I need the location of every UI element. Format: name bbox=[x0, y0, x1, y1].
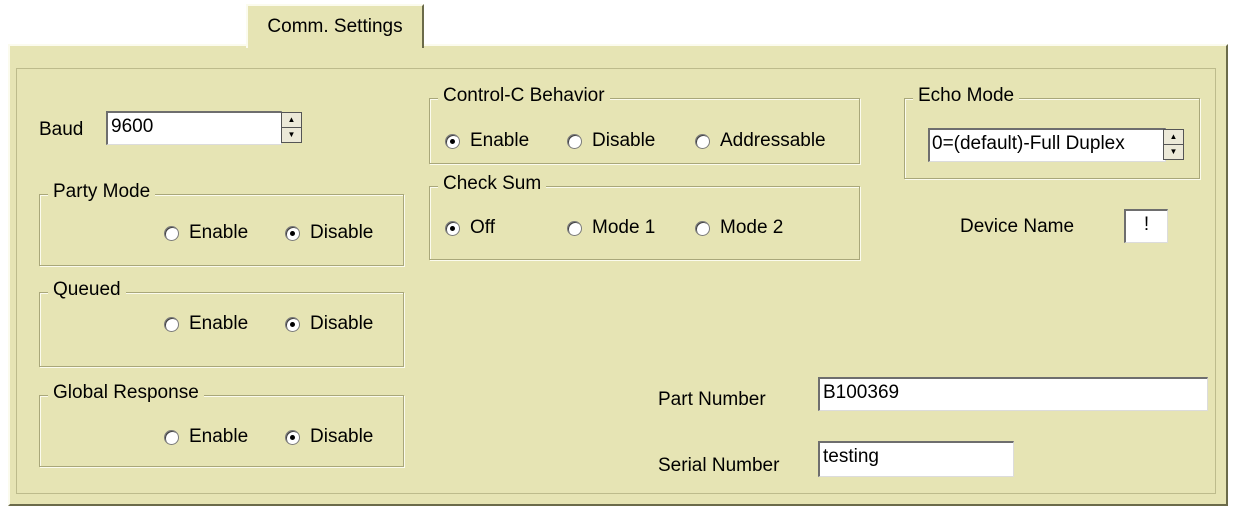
spin-down-arrow-icon[interactable]: ▼ bbox=[1164, 144, 1183, 159]
radio-unchecked-icon bbox=[164, 316, 179, 332]
control-c-addressable-radio[interactable]: Addressable bbox=[695, 130, 826, 152]
radio-label: Off bbox=[470, 217, 495, 238]
radio-label: Mode 1 bbox=[592, 217, 656, 238]
tab-comm-settings[interactable]: Comm. Settings bbox=[246, 4, 424, 48]
spin-up-arrow-icon[interactable]: ▲ bbox=[282, 113, 301, 127]
control-c-disable-radio[interactable]: Disable bbox=[567, 130, 655, 152]
party-mode-enable-radio[interactable]: Enable bbox=[164, 222, 248, 244]
radio-checked-icon bbox=[285, 225, 300, 241]
baud-spinner[interactable]: ▲ ▼ bbox=[281, 112, 302, 143]
radio-label: Mode 2 bbox=[720, 217, 784, 238]
echo-mode-input[interactable]: 0=(default)-Full Duplex bbox=[928, 128, 1166, 162]
queued-enable-radio[interactable]: Enable bbox=[164, 313, 248, 335]
global-response-enable-radio[interactable]: Enable bbox=[164, 426, 248, 448]
radio-label: Enable bbox=[470, 130, 530, 151]
part-number-label: Part Number bbox=[658, 389, 766, 410]
spin-down-arrow-icon[interactable]: ▼ bbox=[282, 127, 301, 142]
device-name-label: Device Name bbox=[960, 216, 1075, 237]
radio-unchecked-icon bbox=[695, 133, 710, 149]
radio-label: Enable bbox=[189, 426, 249, 447]
spin-up-arrow-icon[interactable]: ▲ bbox=[1164, 130, 1183, 144]
baud-input[interactable]: 9600 bbox=[106, 111, 282, 145]
radio-checked-icon bbox=[285, 429, 300, 445]
radio-checked-icon bbox=[445, 133, 460, 149]
control-c-behavior-title: Control-C Behavior bbox=[438, 85, 610, 107]
queued-title: Queued bbox=[48, 279, 126, 301]
party-mode-disable-radio[interactable]: Disable bbox=[285, 222, 373, 244]
radio-unchecked-icon bbox=[695, 220, 710, 236]
check-sum-mode2-radio[interactable]: Mode 2 bbox=[695, 217, 783, 239]
radio-checked-icon bbox=[445, 220, 460, 236]
check-sum-title: Check Sum bbox=[438, 173, 547, 195]
radio-checked-icon bbox=[285, 316, 300, 332]
serial-number-label: Serial Number bbox=[658, 455, 780, 476]
device-name-input[interactable]: ! bbox=[1124, 209, 1168, 243]
serial-number-input[interactable]: testing bbox=[818, 441, 1014, 477]
control-c-enable-radio[interactable]: Enable bbox=[445, 130, 529, 152]
radio-label: Disable bbox=[310, 222, 374, 243]
global-response-title: Global Response bbox=[48, 382, 204, 404]
echo-mode-spinner[interactable]: ▲ ▼ bbox=[1163, 129, 1184, 160]
queued-disable-radio[interactable]: Disable bbox=[285, 313, 373, 335]
global-response-disable-radio[interactable]: Disable bbox=[285, 426, 373, 448]
echo-mode-title: Echo Mode bbox=[913, 85, 1020, 107]
radio-label: Addressable bbox=[720, 130, 826, 151]
radio-unchecked-icon bbox=[164, 429, 179, 445]
part-number-input[interactable]: B100369 bbox=[818, 377, 1208, 411]
check-sum-off-radio[interactable]: Off bbox=[445, 217, 495, 239]
radio-label: Disable bbox=[592, 130, 656, 151]
check-sum-mode1-radio[interactable]: Mode 1 bbox=[567, 217, 655, 239]
radio-label: Enable bbox=[189, 222, 249, 243]
baud-label: Baud bbox=[39, 119, 84, 140]
radio-label: Disable bbox=[310, 313, 374, 334]
radio-unchecked-icon bbox=[567, 133, 582, 149]
party-mode-title: Party Mode bbox=[48, 181, 156, 203]
radio-label: Enable bbox=[189, 313, 249, 334]
radio-unchecked-icon bbox=[164, 225, 179, 241]
radio-label: Disable bbox=[310, 426, 374, 447]
radio-unchecked-icon bbox=[567, 220, 582, 236]
